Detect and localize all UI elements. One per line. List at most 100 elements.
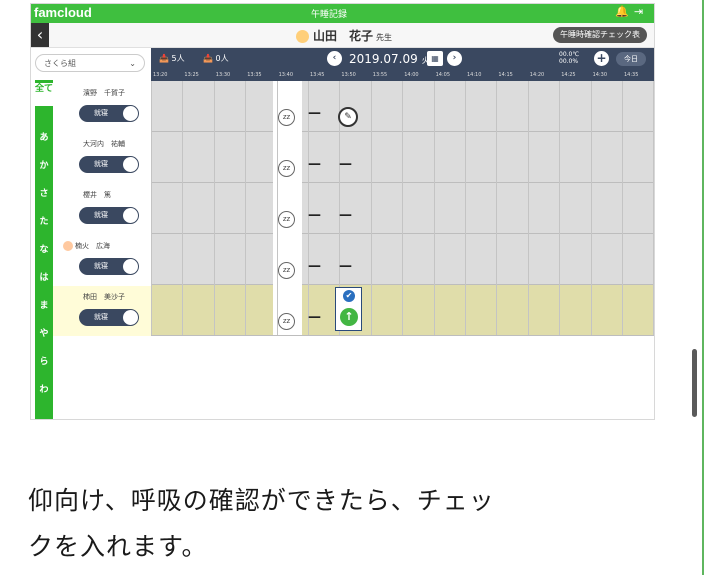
app-window: famcloud 午睡記録 🔔 ⇥ ‹ 山田 花子 先生 午睡時確認チェック表 さ…: [30, 3, 655, 420]
child-name: 楠火 広海: [63, 241, 110, 251]
sleep-icon[interactable]: zz: [278, 211, 295, 228]
count-a: 📥 5人: [159, 54, 185, 63]
sleep-toggle[interactable]: 就寝: [79, 258, 139, 275]
sleep-toggle-label: 就寝: [94, 160, 108, 168]
time-label: 14:35: [624, 72, 639, 78]
add-button[interactable]: +: [594, 51, 609, 66]
calendar-icon[interactable]: ▦: [427, 51, 443, 66]
count-b: 📥 0人: [203, 54, 229, 63]
time-label: 14:10: [467, 72, 482, 78]
up-arrow-icon[interactable]: ↑: [340, 308, 358, 326]
next-day-button[interactable]: ›: [447, 51, 462, 66]
kana-index-item[interactable]: な: [35, 242, 53, 255]
page-edge-line: [702, 0, 704, 575]
grid-line: [433, 81, 435, 335]
time-label: 13:20: [153, 72, 168, 78]
bell-icon[interactable]: 🔔: [615, 5, 629, 18]
time-label: 13:40: [278, 72, 294, 78]
toggle-knob: [123, 310, 138, 325]
kana-index-item[interactable]: か: [35, 158, 53, 171]
current-date: 2019.07.09 火: [349, 52, 430, 66]
kana-index-item[interactable]: や: [35, 326, 53, 339]
grid-line: [527, 81, 529, 335]
grid-line: [213, 81, 215, 335]
pencil-icon[interactable]: ✎: [338, 107, 358, 127]
logout-icon[interactable]: ⇥: [634, 5, 643, 18]
sleep-toggle[interactable]: 就寝: [79, 156, 139, 173]
date-bar: 📥 5人 📥 0人 ‹ 2019.07.09 火 ▦ › 00.0℃ 00.0% …: [151, 48, 654, 70]
check-cell[interactable]: ✔ ↑: [335, 287, 362, 331]
toggle-knob: [123, 259, 138, 274]
kana-index-item[interactable]: た: [35, 214, 53, 227]
grid-line: [465, 81, 466, 335]
sleep-toggle-label: 就寝: [94, 109, 108, 117]
time-label: 13:50: [341, 72, 356, 78]
dash-mark: —: [308, 208, 321, 223]
sleep-icon[interactable]: zz: [278, 262, 295, 279]
child-name-text: 大河内 祐輔: [83, 140, 125, 148]
prev-day-button[interactable]: ‹: [327, 51, 342, 66]
child-row[interactable]: 大河内 祐輔 就寝: [53, 133, 151, 183]
time-label: 14:05: [435, 72, 451, 78]
time-label: 14:30: [592, 72, 608, 78]
child-row[interactable]: 櫻井 篤就寝: [53, 184, 151, 234]
chevron-down-icon: ⌄: [129, 59, 136, 68]
check-icon: ✔: [343, 290, 355, 302]
grid-line: [496, 81, 498, 335]
child-name-text: 柿田 美沙子: [83, 293, 125, 301]
sleep-toggle-label: 就寝: [94, 211, 108, 219]
time-label: 13:45: [310, 72, 325, 78]
grid-line: [653, 81, 654, 335]
kana-index-item[interactable]: 全て: [35, 83, 53, 106]
child-name: 櫻井 篤: [83, 190, 111, 200]
child-name: 柿田 美沙子: [83, 292, 125, 302]
scrollbar-thumb[interactable]: [692, 349, 697, 417]
caption-text: 仰向け、呼吸の確認ができたら、チェッ クを入れます。: [28, 486, 495, 561]
time-label: 14:00: [404, 72, 419, 78]
child-row[interactable]: 濱野 千賀子 就寝: [53, 82, 151, 132]
kana-index-item[interactable]: は: [35, 270, 53, 283]
sleep-record-grid: zz — ✎ zz — — zz — — zz — — zz — ✔ ↑: [151, 81, 654, 419]
child-row[interactable]: 柿田 美沙子 就寝: [53, 286, 151, 336]
time-axis: 13:20 13:25 13:30 13:35 13:40 13:45 13:50 13:55…: [151, 70, 654, 81]
dash-mark: —: [308, 259, 321, 274]
kana-index-item[interactable]: ま: [35, 298, 53, 311]
child-row[interactable]: 楠火 広海就寝: [53, 235, 151, 285]
kana-index-item[interactable]: さ: [35, 186, 53, 199]
dash-mark: —: [339, 157, 352, 172]
time-label: 14:25: [561, 72, 576, 78]
check-sheet-button[interactable]: 午睡時確認チェック表: [553, 27, 647, 43]
grid-line: [370, 81, 372, 335]
sleep-toggle[interactable]: 就寝: [79, 105, 139, 122]
grid-line: [559, 81, 561, 335]
kana-index-item[interactable]: ら: [35, 354, 53, 367]
grid-line: [402, 81, 404, 335]
grid-line: [622, 81, 623, 335]
back-button[interactable]: ‹: [31, 23, 49, 47]
top-bar: famcloud 午睡記録 🔔 ⇥: [31, 4, 654, 23]
today-button[interactable]: 今日: [616, 52, 646, 66]
grid-line: [245, 81, 247, 335]
sleep-toggle-label: 就寝: [94, 262, 108, 270]
sleep-icon[interactable]: zz: [278, 160, 295, 177]
time-label: 13:35: [247, 72, 262, 78]
sleep-toggle[interactable]: 就寝: [79, 309, 139, 326]
class-select[interactable]: さくら組 ⌄: [35, 54, 145, 72]
sleep-icon[interactable]: zz: [278, 109, 295, 126]
child-name-text: 楠火 広海: [75, 242, 110, 250]
toggle-knob: [123, 208, 138, 223]
child-list: 濱野 千賀子 就寝 大河内 祐輔 就寝 櫻井 篤就寝 楠火 広海 就寝 柿田 美沙子 就寝: [53, 82, 151, 419]
grid-line: [151, 81, 152, 335]
kana-index-item[interactable]: あ: [35, 130, 53, 143]
sleep-toggle-label: 就寝: [94, 313, 108, 321]
time-label: 14:15: [498, 72, 513, 78]
dash-mark: —: [308, 310, 321, 325]
sleep-icon[interactable]: zz: [278, 313, 295, 330]
child-avatar: [63, 241, 73, 251]
sleep-toggle[interactable]: 就寝: [79, 207, 139, 224]
child-name: 大河内 祐輔: [83, 139, 125, 149]
kana-index-item[interactable]: わ: [35, 382, 53, 395]
child-name-text: 櫻井 篤: [83, 191, 111, 199]
child-name: 濱野 千賀子: [83, 88, 125, 98]
time-label: 13:55: [372, 72, 388, 78]
